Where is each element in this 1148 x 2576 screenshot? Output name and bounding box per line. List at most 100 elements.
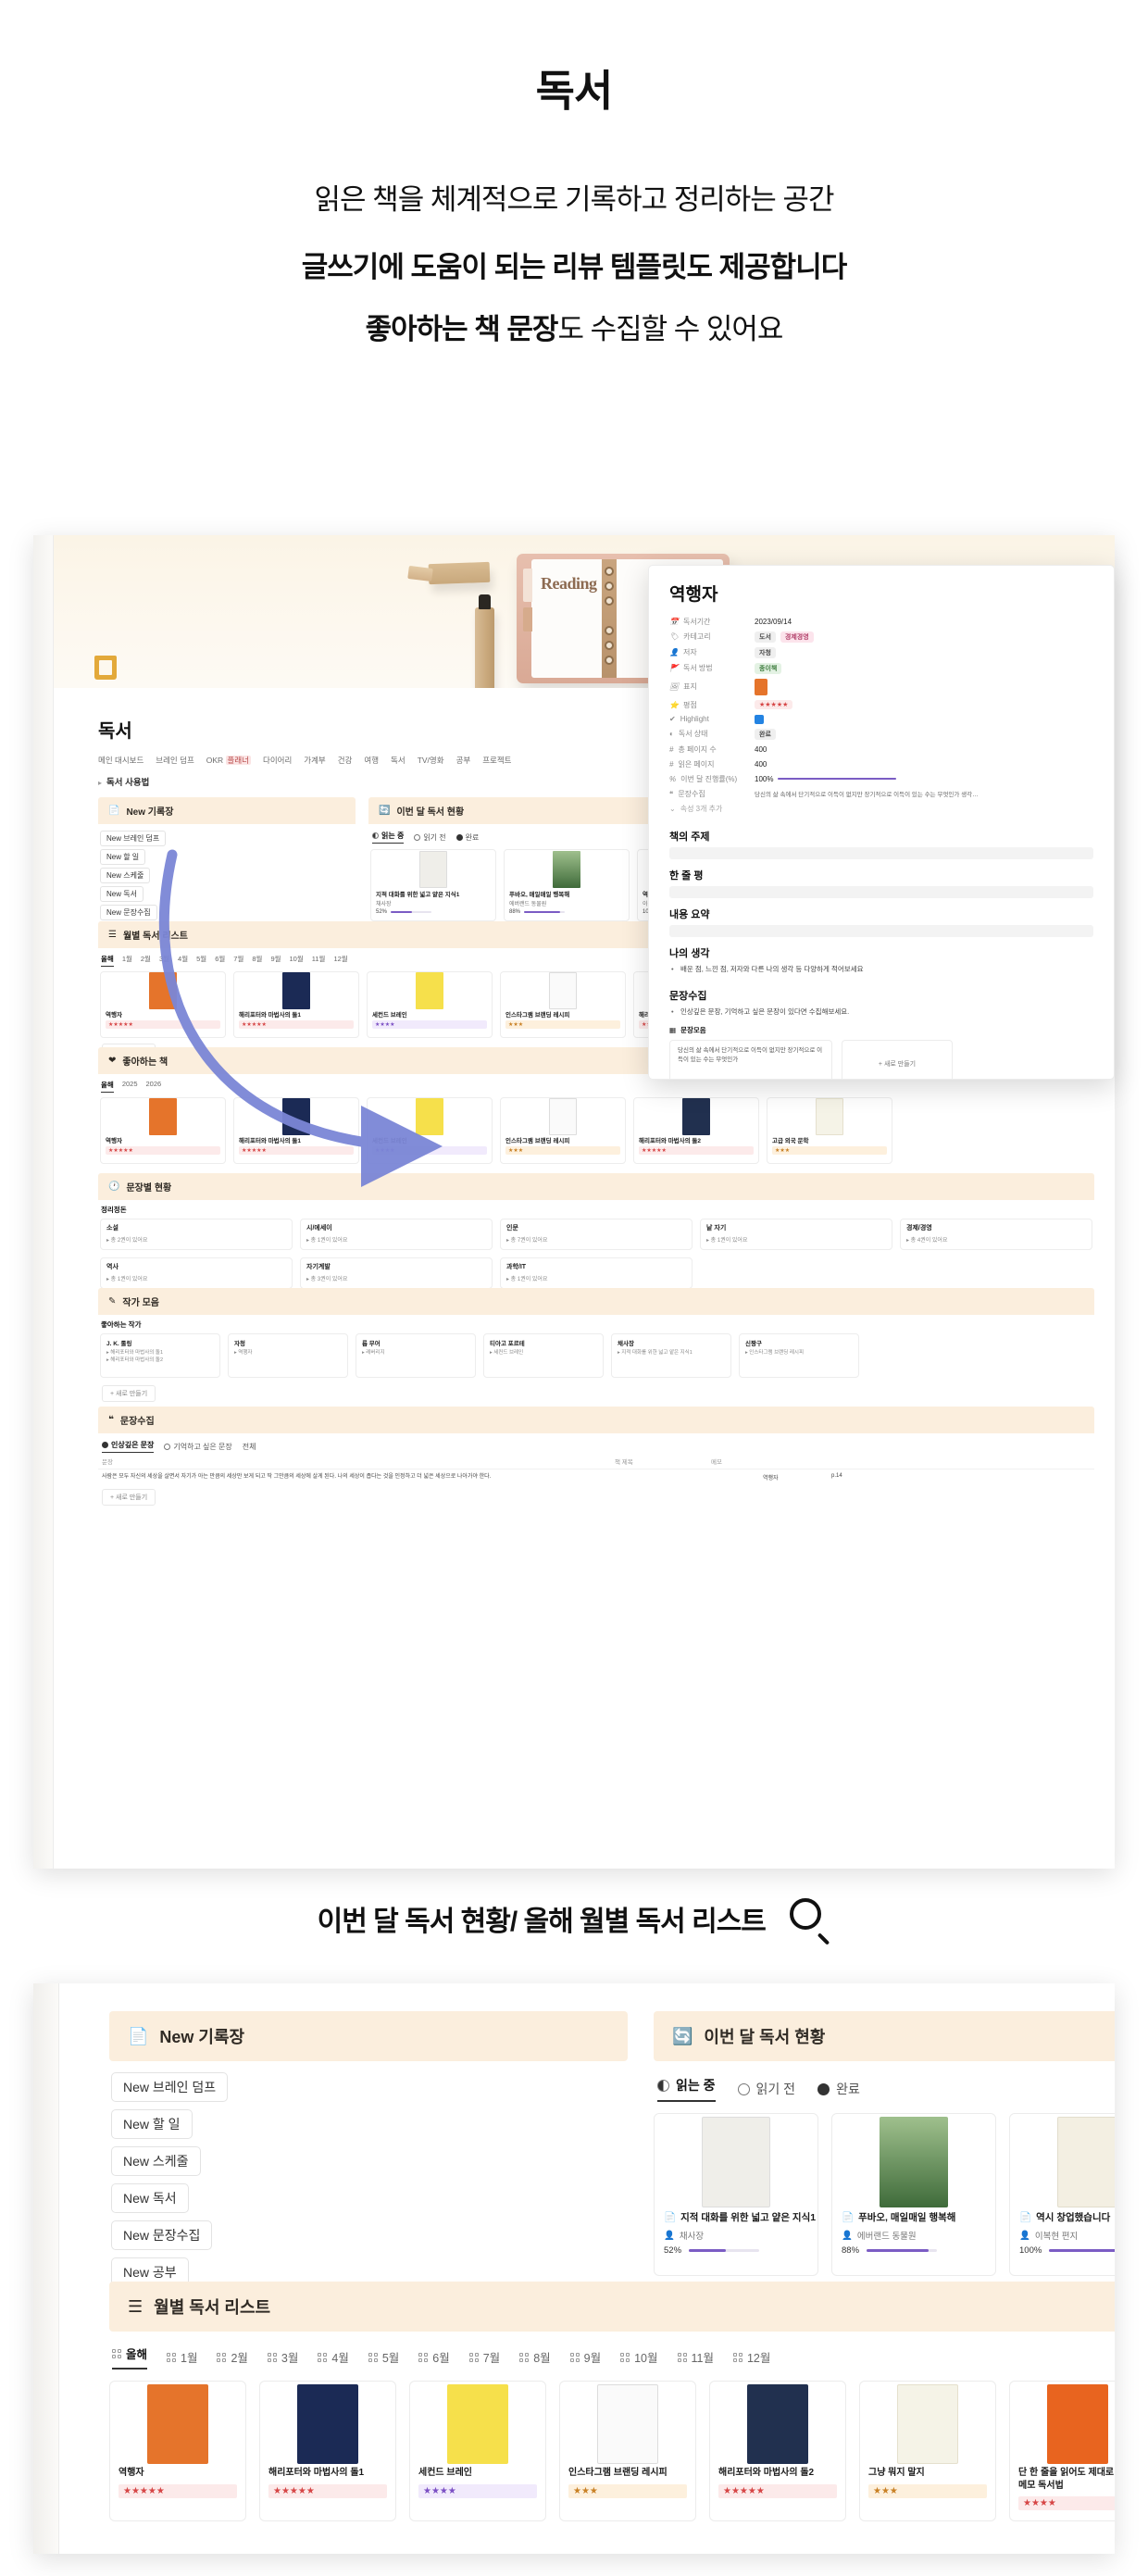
detail-prop-read-pages[interactable]: # 읽은 페이지 400 bbox=[649, 757, 1114, 771]
book-card[interactable]: 인스타그램 브랜딩 레시피 ★★★ bbox=[500, 971, 626, 1038]
book-card[interactable]: 해리포터와 마법사의 돌1 ★★★★★ bbox=[233, 1097, 359, 1164]
book-card[interactable]: 세컨드 브레인 ★★★★ bbox=[409, 2381, 546, 2521]
genre-box[interactable]: 시/에세이 ▸ 총 1권이 있어요 bbox=[300, 1219, 493, 1250]
new-chip-sentence[interactable]: New 문장수집 bbox=[100, 905, 157, 920]
month-tab-12[interactable]: 12월 bbox=[333, 954, 347, 967]
month-tab-9[interactable]: 9월 bbox=[270, 954, 281, 967]
genre-box[interactable]: 소설 ▸ 총 2권이 있어요 bbox=[100, 1219, 293, 1250]
book-card[interactable]: 해리포터와 마법사의 돌2 ★★★★★ bbox=[709, 2381, 846, 2521]
zoom-month-tab-7[interactable]: 7월 bbox=[468, 2345, 500, 2370]
new-chip-reading[interactable]: New 독서 bbox=[100, 886, 144, 902]
book-card[interactable]: 해리포터와 마법사의 돌1 ★★★★★ bbox=[233, 971, 359, 1038]
quote-table-row[interactable]: 사람은 모두 자신의 세상을 살면서 자기가 아는 만큼의 세상만 보게 되고 … bbox=[98, 1469, 1094, 1485]
month-tab-3[interactable]: 3월 bbox=[159, 954, 169, 967]
book-card[interactable]: 📄 역시 창업했습니다 👤 이복현 편지 100% bbox=[1009, 2113, 1115, 2276]
book-card[interactable]: 고급 외국 문학 ★★★ bbox=[767, 1097, 892, 1164]
detail-highlight-checkbox[interactable] bbox=[755, 714, 764, 724]
month-tab-10[interactable]: 10월 bbox=[290, 954, 304, 967]
detail-prop-total-pages[interactable]: # 총 페이지 수 400 bbox=[649, 742, 1114, 757]
tab-main-dashboard[interactable]: 메인 대시보드 bbox=[98, 755, 144, 766]
detail-prop-reading-period[interactable]: 📅 독서기간 2023/09/14 bbox=[649, 614, 1114, 629]
tab-budget[interactable]: 가계부 bbox=[304, 755, 325, 766]
tab-travel[interactable]: 여행 bbox=[364, 755, 379, 766]
zoom-filter-unread[interactable]: 읽기 전 bbox=[737, 2080, 795, 2098]
tab-brain-dump[interactable]: 브레인 덤프 bbox=[156, 755, 193, 766]
new-chip-schedule[interactable]: New 스케줄 bbox=[100, 868, 151, 883]
tab-health[interactable]: 건강 bbox=[338, 755, 353, 766]
zoom-month-tab-8[interactable]: 8월 bbox=[519, 2345, 551, 2370]
detail-prop-category[interactable]: 🏷 카테고리 도서 경제경영 bbox=[649, 629, 1114, 644]
detail-add-property[interactable]: ⌄ 속성 3개 추가 bbox=[649, 801, 1114, 816]
quote-filter-all[interactable]: 전체 bbox=[243, 1442, 256, 1452]
zoom-new-chip-sentence[interactable]: New 문장수집 bbox=[111, 2220, 213, 2250]
zoom-new-chip-schedule[interactable]: New 스케줄 bbox=[111, 2146, 201, 2176]
book-card[interactable]: 지적 대화를 위한 넓고 얕은 지식1 채사장 52% bbox=[370, 849, 496, 921]
detail-prop-quotes[interactable]: ❝ 문장수집 당신의 삶 속에서 단기적으로 이득이 없지만 장기적으로 이득이 … bbox=[649, 786, 1114, 801]
month-tab-year[interactable]: 올해 bbox=[101, 954, 114, 967]
book-card[interactable]: 해리포터와 마법사의 돌1 ★★★★★ bbox=[259, 2381, 396, 2521]
zoom-month-tab-11[interactable]: 11월 bbox=[677, 2345, 714, 2370]
detail-prop-rating[interactable]: ⭐ 평점 ★★★★★ bbox=[649, 697, 1114, 712]
book-card[interactable]: 📄 지적 대화를 위한 넓고 얕은 지식1 👤 채사장 52% bbox=[654, 2113, 818, 2276]
detail-quote-new-button[interactable]: + 새로 만들기 bbox=[842, 1040, 953, 1079]
zoom-month-tab-12[interactable]: 12월 bbox=[732, 2345, 770, 2370]
book-card[interactable]: 📄 푸바오, 매일매일 행복해 👤 에버랜드 동물원 88% bbox=[831, 2113, 996, 2276]
book-card[interactable]: 푸바오, 매일매일 행복해 에버랜드 동물원 88% bbox=[504, 849, 630, 921]
author-box[interactable]: 티아고 포르테 ▸ 세컨드 브레인 bbox=[483, 1333, 604, 1378]
zoom-month-tab-1[interactable]: 1월 bbox=[167, 2345, 197, 2370]
fav-tab-2026[interactable]: 2026 bbox=[146, 1080, 162, 1093]
tab-tv-movie[interactable]: TV/영화 bbox=[418, 755, 444, 766]
zoom-month-tab-5[interactable]: 5월 bbox=[368, 2345, 399, 2370]
tab-study[interactable]: 공부 bbox=[456, 755, 471, 766]
genre-box[interactable]: 낱 자기 ▸ 총 1권이 있어요 bbox=[700, 1219, 892, 1250]
genre-box[interactable]: 역사 ▸ 총 1권이 있어요 bbox=[100, 1257, 293, 1289]
genre-box[interactable]: 자기계발 ▸ 총 3권이 있어요 bbox=[300, 1257, 493, 1289]
filter-unread[interactable]: 읽기 전 bbox=[414, 832, 446, 843]
detail-section-placeholder[interactable] bbox=[669, 886, 1093, 898]
book-card[interactable]: 세컨드 브레인 ★★★★ bbox=[367, 1097, 493, 1164]
detail-section-placeholder[interactable] bbox=[669, 847, 1093, 859]
zoom-month-tab-3[interactable]: 3월 bbox=[267, 2345, 298, 2370]
book-card[interactable]: 해리포터와 마법사의 돌2 ★★★★★ bbox=[633, 1097, 759, 1164]
detail-section-placeholder[interactable] bbox=[669, 925, 1093, 937]
notion-tab-bar[interactable]: 메인 대시보드 브레인 덤프 OKR 플래너 다이어리 가계부 건강 여행 독서… bbox=[98, 755, 511, 766]
tab-diary[interactable]: 다이어리 bbox=[263, 755, 292, 766]
book-card[interactable]: 세컨드 브레인 ★★★★ bbox=[367, 971, 493, 1038]
quote-filter-memorable[interactable]: 기억하고 싶은 문장 bbox=[164, 1442, 232, 1452]
month-tab-7[interactable]: 7월 bbox=[233, 954, 243, 967]
month-tab-1[interactable]: 1월 bbox=[122, 954, 132, 967]
detail-prop-highlight[interactable]: ✔ Highlight bbox=[649, 712, 1114, 726]
book-card[interactable]: 역행자 ★★★★★ bbox=[109, 2381, 246, 2521]
zoom-month-tab-4[interactable]: 4월 bbox=[318, 2345, 349, 2370]
author-box[interactable]: 자청 ▸ 역행자 bbox=[228, 1333, 348, 1378]
author-box[interactable]: 채사장 ▸ 지적 대화를 위한 넓고 얕은 지식1 bbox=[611, 1333, 731, 1378]
genre-box[interactable]: 인문 ▸ 총 7권이 있어요 bbox=[500, 1219, 693, 1250]
detail-prop-progress[interactable]: % 이번 달 진행률(%) 100% bbox=[649, 771, 1114, 786]
month-tab-6[interactable]: 6월 bbox=[215, 954, 225, 967]
zoom-new-chip-brain-dump[interactable]: New 브레인 덤프 bbox=[111, 2072, 229, 2102]
month-tab-5[interactable]: 5월 bbox=[196, 954, 206, 967]
zoom-month-tab-year[interactable]: 올해 bbox=[112, 2345, 148, 2370]
new-chip-todo[interactable]: New 할 일 bbox=[100, 849, 146, 865]
book-card[interactable]: 인스타그램 브랜딩 레시피 ★★★ bbox=[500, 1097, 626, 1164]
book-card[interactable]: 단 한 줄을 읽어도 제대로 남는 메모 독서법 ★★★★ bbox=[1009, 2381, 1115, 2521]
detail-quote-card[interactable]: 당신의 삶 속에서 단기적으로 이득이 없지만 장기적으로 이득이 있는 수는 … bbox=[669, 1040, 832, 1079]
author-more-button[interactable]: + 새로 만들기 bbox=[102, 1385, 156, 1402]
tab-reading[interactable]: 독서 bbox=[391, 755, 406, 766]
detail-prop-cover[interactable]: 🖼 표지 bbox=[649, 676, 1114, 697]
quote-more-button[interactable]: + 새로 만들기 bbox=[102, 1489, 156, 1506]
book-card[interactable]: 역행자 ★★★★★ bbox=[100, 971, 226, 1038]
filter-done[interactable]: 완료 bbox=[455, 832, 479, 843]
fav-tab-2025[interactable]: 2025 bbox=[122, 1080, 138, 1093]
genre-box[interactable]: 경제/경영 ▸ 총 4권이 있어요 bbox=[900, 1219, 1092, 1250]
book-card[interactable]: 그냥 뭐지 말지 ★★★ bbox=[859, 2381, 996, 2521]
book-card[interactable]: 인스타그램 브랜딩 레시피 ★★★ bbox=[559, 2381, 696, 2521]
quote-filter-impressive[interactable]: 인상깊은 문장 bbox=[102, 1440, 155, 1453]
month-tab-8[interactable]: 8월 bbox=[252, 954, 262, 967]
tab-project[interactable]: 프로젝트 bbox=[482, 755, 511, 766]
zoom-month-tab-9[interactable]: 9월 bbox=[569, 2345, 601, 2370]
tab-okr-planner[interactable]: OKR 플래너 bbox=[206, 755, 252, 766]
month-tab-2[interactable]: 2월 bbox=[141, 954, 151, 967]
detail-prop-author[interactable]: 👤 저자 자청 bbox=[649, 644, 1114, 660]
detail-prop-status[interactable]: ◐ 독서 상태 완료 bbox=[649, 726, 1114, 742]
